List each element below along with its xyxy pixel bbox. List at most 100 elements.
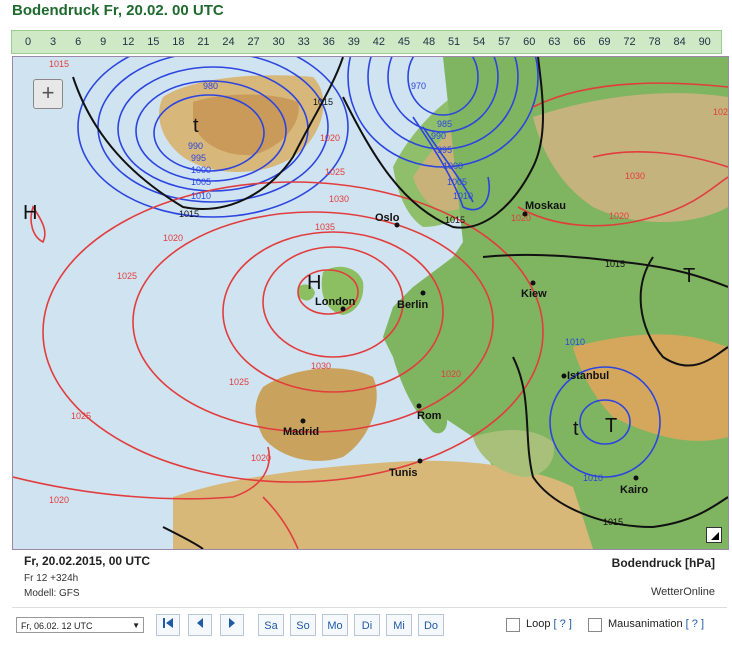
hour-link[interactable]: 21 — [191, 36, 215, 48]
hour-link[interactable]: 3 — [41, 36, 65, 48]
isobar-label: 1005 — [191, 177, 211, 187]
city-label: Madrid — [283, 426, 319, 438]
run-select[interactable]: Fr, 06.02. 12 UTC — [16, 617, 144, 634]
low-pressure-marker: t — [193, 115, 199, 137]
page-title: Bodendruck Fr, 20.02. 00 UTC — [12, 2, 224, 19]
pressure-map[interactable]: 980 990 995 1000 1005 1010 970 985 990 9… — [12, 56, 729, 550]
first-frame-button[interactable] — [156, 614, 180, 636]
zoom-in-button[interactable]: + — [33, 79, 63, 109]
hour-link[interactable]: 66 — [567, 36, 591, 48]
loop-help-link[interactable]: [ ? ] — [554, 618, 572, 630]
day-button-so[interactable]: So — [290, 614, 316, 636]
model-name: Modell: GFS — [24, 588, 80, 599]
hour-link[interactable]: 12 — [116, 36, 140, 48]
isobar-label: 980 — [203, 81, 218, 91]
day-button-mi[interactable]: Mi — [386, 614, 412, 636]
isobar-label: 970 — [411, 81, 426, 91]
mouse-animation-checkbox[interactable] — [588, 618, 602, 632]
prev-icon — [197, 618, 203, 628]
isobar-label: 1030 — [329, 194, 349, 204]
product-name: Bodendruck [hPa] — [611, 556, 715, 570]
isobar-label: 990 — [431, 131, 446, 141]
forecast-hour-bar: 0 3 6 9 12 15 18 21 24 27 30 33 36 39 42… — [11, 30, 722, 54]
hour-link[interactable]: 54 — [467, 36, 491, 48]
day-button-do[interactable]: Do — [418, 614, 444, 636]
isobar-label: 1020 — [163, 233, 183, 243]
isobar-label: 1015 — [313, 97, 333, 107]
valid-date: Fr, 20.02.2015, 00 UTC — [24, 554, 151, 568]
isobar-label: 1020 — [251, 453, 271, 463]
previous-frame-button[interactable] — [188, 614, 212, 636]
loop-checkbox[interactable] — [506, 618, 520, 632]
high-pressure-marker: H — [307, 272, 321, 294]
hour-link[interactable]: 15 — [141, 36, 165, 48]
hour-link[interactable]: 33 — [292, 36, 316, 48]
isobar-label: 995 — [437, 145, 452, 155]
isobar-label: 1015 — [49, 59, 69, 69]
hour-link[interactable]: 9 — [91, 36, 115, 48]
hour-link[interactable]: 0 — [16, 36, 40, 48]
high-pressure-marker: H — [23, 202, 37, 224]
hour-link[interactable]: 48 — [417, 36, 441, 48]
mouse-animation-label: Mausanimation [ ? ] — [608, 618, 704, 630]
hour-link[interactable]: 90 — [693, 36, 717, 48]
city-label: Kiew — [521, 288, 547, 300]
hour-link[interactable]: 72 — [618, 36, 642, 48]
hour-link[interactable]: 42 — [367, 36, 391, 48]
hour-link[interactable]: 27 — [242, 36, 266, 48]
next-frame-button[interactable] — [220, 614, 244, 636]
isobar-label: 1035 — [315, 222, 335, 232]
resize-corner-icon[interactable] — [706, 527, 722, 543]
hour-link[interactable]: 24 — [217, 36, 241, 48]
model-run: Fr 12 +324h — [24, 573, 79, 584]
isobar-label: 1020 — [609, 211, 629, 221]
isobar-label: 1030 — [625, 171, 645, 181]
isobar-label: 995 — [191, 153, 206, 163]
isobar-label: 1010 — [453, 191, 473, 201]
hour-link[interactable]: 6 — [66, 36, 90, 48]
isobar-label: 1025 — [325, 167, 345, 177]
map-canvas: 980 990 995 1000 1005 1010 970 985 990 9… — [13, 57, 728, 549]
hour-link[interactable]: 30 — [267, 36, 291, 48]
day-button-di[interactable]: Di — [354, 614, 380, 636]
hour-link[interactable]: 57 — [492, 36, 516, 48]
hour-link[interactable]: 39 — [342, 36, 366, 48]
low-pressure-marker: T — [683, 265, 695, 287]
hour-link[interactable]: 60 — [517, 36, 541, 48]
isobar-label: 1025 — [713, 107, 728, 117]
hour-link[interactable]: 36 — [317, 36, 341, 48]
hour-link[interactable]: 18 — [166, 36, 190, 48]
mouse-help-link[interactable]: [ ? ] — [686, 618, 704, 630]
isobar-label: 1020 — [320, 133, 340, 143]
isobar-label: 1025 — [117, 271, 137, 281]
city-label: Moskau — [525, 200, 566, 212]
isobar-label: 1000 — [443, 161, 463, 171]
city-label: Kairo — [620, 484, 648, 496]
hour-link[interactable]: 63 — [542, 36, 566, 48]
next-icon — [229, 618, 235, 628]
hour-link[interactable]: 78 — [643, 36, 667, 48]
city-label: Rom — [417, 410, 442, 422]
hour-link[interactable]: 69 — [592, 36, 616, 48]
city-label: Oslo — [375, 212, 400, 224]
hour-link[interactable]: 84 — [668, 36, 692, 48]
day-button-mo[interactable]: Mo — [322, 614, 348, 636]
isobar-label: 1025 — [229, 377, 249, 387]
isobar-label: 1010 — [191, 191, 211, 201]
isobar-label: 1020 — [49, 495, 69, 505]
hour-link[interactable]: 51 — [442, 36, 466, 48]
isobar-label: 1010 — [565, 337, 585, 347]
loop-label: Loop [ ? ] — [526, 618, 572, 630]
low-pressure-marker: T — [605, 415, 617, 437]
brand-label: WetterOnline — [651, 586, 715, 598]
isobar-label: 1020 — [511, 213, 531, 223]
isobar-label: 1015 — [605, 259, 625, 269]
isobar-label: 990 — [188, 141, 203, 151]
day-button-sa[interactable]: Sa — [258, 614, 284, 636]
isobar-label: 1000 — [191, 165, 211, 175]
city-label: Berlin — [397, 299, 428, 311]
first-icon — [163, 618, 173, 628]
hour-link[interactable]: 45 — [392, 36, 416, 48]
isobar-label: 1005 — [447, 177, 467, 187]
city-label: Tunis — [389, 467, 418, 479]
